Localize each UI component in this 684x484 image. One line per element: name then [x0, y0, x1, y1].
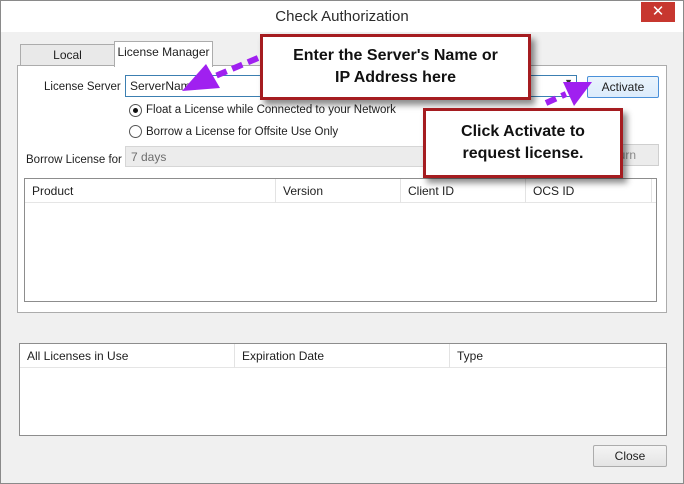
close-button[interactable]: Close [593, 445, 667, 467]
license-server-label: License Server [44, 81, 121, 93]
activate-callout-line-2: request license. [462, 145, 584, 162]
chevron-down-icon[interactable]: ▼ [564, 77, 573, 87]
licenses-in-use-grid[interactable]: All Licenses in Use Expiration Date Type [19, 343, 667, 436]
activate-callout-line-1: Click Activate to [461, 123, 585, 140]
column-header-product[interactable]: Product [25, 179, 276, 203]
title-bar: Check Authorization ✕ [1, 1, 683, 32]
column-header-expiration-date[interactable]: Expiration Date [235, 344, 450, 368]
column-header-version[interactable]: Version [276, 179, 401, 203]
activate-callout: Click Activate to request license. [423, 108, 623, 178]
products-grid-header: Product Version Client ID OCS ID [25, 179, 656, 203]
borrow-duration-label: Borrow License for [26, 154, 122, 166]
borrow-license-radio[interactable] [129, 125, 142, 138]
license-server-value: ServerName [130, 79, 198, 93]
column-header-client-id[interactable]: Client ID [401, 179, 526, 203]
tab-license-manager[interactable]: License Manager [114, 41, 213, 67]
radio-selected-dot [133, 108, 138, 113]
tab-local[interactable]: Local [20, 44, 115, 66]
column-header-all-licenses[interactable]: All Licenses in Use [20, 344, 235, 368]
server-callout-line-2: IP Address here [335, 69, 456, 86]
server-name-callout: Enter the Server's Name or IP Address he… [260, 34, 531, 100]
server-callout-line-1: Enter the Server's Name or [293, 47, 498, 64]
window-close-icon[interactable]: ✕ [641, 2, 675, 22]
float-license-radio[interactable] [129, 104, 142, 117]
licenses-grid-header: All Licenses in Use Expiration Date Type [20, 344, 666, 368]
products-grid[interactable]: Product Version Client ID OCS ID [24, 178, 657, 302]
float-license-label[interactable]: Float a License while Connected to your … [146, 104, 396, 116]
borrow-license-label[interactable]: Borrow a License for Offsite Use Only [146, 126, 338, 138]
borrow-duration-value: 7 days [131, 150, 167, 164]
column-header-type[interactable]: Type [450, 344, 666, 368]
activate-button[interactable]: Activate [587, 76, 659, 98]
window-title: Check Authorization [275, 8, 409, 25]
column-header-ocs-id[interactable]: OCS ID [526, 179, 652, 203]
